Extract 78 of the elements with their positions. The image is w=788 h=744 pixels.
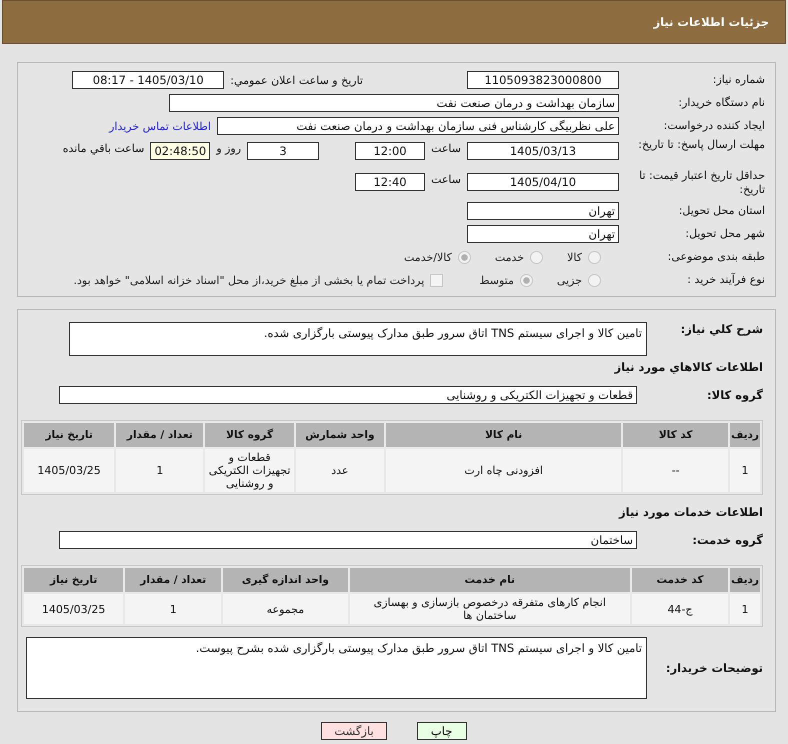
column-header: تعداد / مقدار bbox=[125, 568, 222, 592]
table-cell: انجام کارهای متفرقه درخصوص بازسازی و بهسازی ساختمان ها bbox=[350, 594, 630, 624]
column-header: تعداد / مقدار bbox=[116, 423, 204, 447]
field-label: طبقه بندی موضوعی: bbox=[666, 250, 765, 264]
validity-date-field: 1405/04/10 bbox=[467, 173, 619, 191]
remaining-time-field: 02:48:50 bbox=[150, 142, 210, 160]
remaining-label: ساعت باقي مانده bbox=[62, 142, 144, 155]
radio-button[interactable] bbox=[588, 250, 601, 264]
table-cell: عدد bbox=[296, 449, 384, 492]
table-cell: قطعات و تجهیزات الکتریکی و روشنایی bbox=[205, 449, 294, 492]
table-cell: افزودنی چاه ارت bbox=[386, 449, 622, 492]
table-cell: 1 bbox=[125, 594, 222, 624]
field-label: گروه کالا: bbox=[706, 388, 763, 402]
column-header: تاریخ نیاز bbox=[24, 423, 114, 447]
field-label: استان محل تحویل: bbox=[678, 204, 765, 218]
field-label: نوع فرآیند خرید : bbox=[686, 273, 765, 287]
table-cell: 1 bbox=[730, 594, 760, 624]
buyer-org-field: سازمان بهداشت و درمان صنعت نفت bbox=[169, 94, 619, 112]
section-heading: اطلاعات كالاهاي مورد نياز bbox=[613, 360, 763, 374]
radio-button[interactable] bbox=[530, 250, 544, 264]
announce-date-field: 1405/03/10 - 08:17 bbox=[72, 71, 224, 89]
table-cell: مجموعه bbox=[223, 594, 348, 624]
print-button[interactable]: چاپ bbox=[416, 722, 467, 740]
field-label: شرح كلي نياز: bbox=[680, 322, 763, 336]
back-button[interactable]: بازگشت bbox=[321, 722, 387, 740]
field-label: حداقل تاریخ اعتبار قیمت: تا تاریخ: bbox=[638, 169, 765, 197]
column-header: واحد اندازه گیری bbox=[223, 568, 348, 592]
time-label: ساعت bbox=[431, 173, 461, 186]
table-cell: 1405/03/25 bbox=[24, 449, 114, 492]
service-group-field: ساختمان bbox=[59, 531, 637, 549]
table-cell: -- bbox=[623, 449, 728, 492]
radio-label: کالا bbox=[567, 250, 582, 264]
column-header: واحد شمارش bbox=[296, 423, 384, 447]
column-header: گروه کالا bbox=[205, 423, 294, 447]
column-header: تاریخ نیاز bbox=[24, 568, 124, 592]
section-heading: اطلاعات خدمات مورد نیاز bbox=[618, 505, 763, 519]
field-label: توضیحات خریدار: bbox=[664, 661, 763, 675]
radio-label: کالا/خدمت bbox=[404, 250, 452, 264]
field-label: گروه خدمت: bbox=[691, 533, 763, 547]
province-field: تهران bbox=[467, 202, 619, 220]
field-label: نام دستگاه خریدار: bbox=[677, 96, 765, 110]
radio-button[interactable] bbox=[458, 250, 471, 264]
column-header: نام خدمت bbox=[350, 568, 630, 592]
time-label: ساعت bbox=[431, 142, 461, 155]
requester-field: علی نظربیگی کارشناس فنی سازمان بهداشت و درمان صنعت نفت bbox=[217, 117, 619, 135]
contact-info-link[interactable]: اطلاعات تماس خریدار bbox=[109, 120, 211, 132]
checkbox-label: پرداخت تمام یا بخشی از مبلغ خرید،از محل "اسناد خزانه اسلامی" خواهد بود. bbox=[74, 274, 424, 286]
table-cell: 1 bbox=[730, 449, 760, 492]
field-label: مهلت ارسال پاسخ: تا تاریخ: bbox=[637, 138, 765, 152]
city-field: تهران bbox=[467, 225, 619, 243]
page-title: جزئیات اطلاعات نیاز bbox=[653, 15, 769, 29]
field-label: ایجاد کننده درخواست: bbox=[662, 119, 765, 133]
radio-button[interactable] bbox=[588, 274, 601, 286]
column-header: کد خدمت bbox=[632, 568, 728, 592]
column-header: ردیف bbox=[730, 568, 760, 592]
column-header: نام کالا bbox=[386, 423, 622, 447]
radio-label: خدمت bbox=[494, 250, 524, 264]
field-label: شهر محل تحویل: bbox=[684, 227, 765, 241]
table-cell: ج-44 bbox=[632, 594, 728, 624]
summary-textarea[interactable]: تامین کالا و اجرای سیستم TNS اتاق سرور طبق مدارک پیوستی بارگزاری شده. bbox=[69, 322, 647, 356]
column-header: ردیف bbox=[730, 423, 760, 447]
field-label: تاريخ و ساعت اعلان عمومي: bbox=[230, 74, 363, 86]
field-label: شماره نیاز: bbox=[712, 73, 765, 87]
need-number-field: 1105093823000800 bbox=[467, 71, 619, 89]
radio-label: متوسط bbox=[479, 274, 514, 286]
checkbox[interactable] bbox=[430, 274, 444, 286]
table-cell: 1 bbox=[116, 449, 204, 492]
deadline-date-field: 1405/03/13 bbox=[467, 142, 619, 160]
deadline-time-field: 12:00 bbox=[355, 142, 426, 160]
column-header: کد کالا bbox=[623, 423, 728, 447]
goods-group-field: قطعات و تجهیزات الکتریکی و روشنایی bbox=[59, 386, 637, 404]
buyer-notes-textarea[interactable]: تامین کالا و اجرای سیستم TNS اتاق سرور طبق مدارک پیوستی بارگزاری شده بشرح پیوست. bbox=[26, 637, 647, 699]
table-cell: 1405/03/25 bbox=[24, 594, 124, 624]
days-label: روز و bbox=[216, 142, 242, 155]
validity-time-field: 12:40 bbox=[355, 173, 426, 191]
days-field: 3 bbox=[247, 142, 320, 160]
radio-button[interactable] bbox=[520, 274, 533, 286]
radio-label: جزیی bbox=[556, 274, 582, 286]
